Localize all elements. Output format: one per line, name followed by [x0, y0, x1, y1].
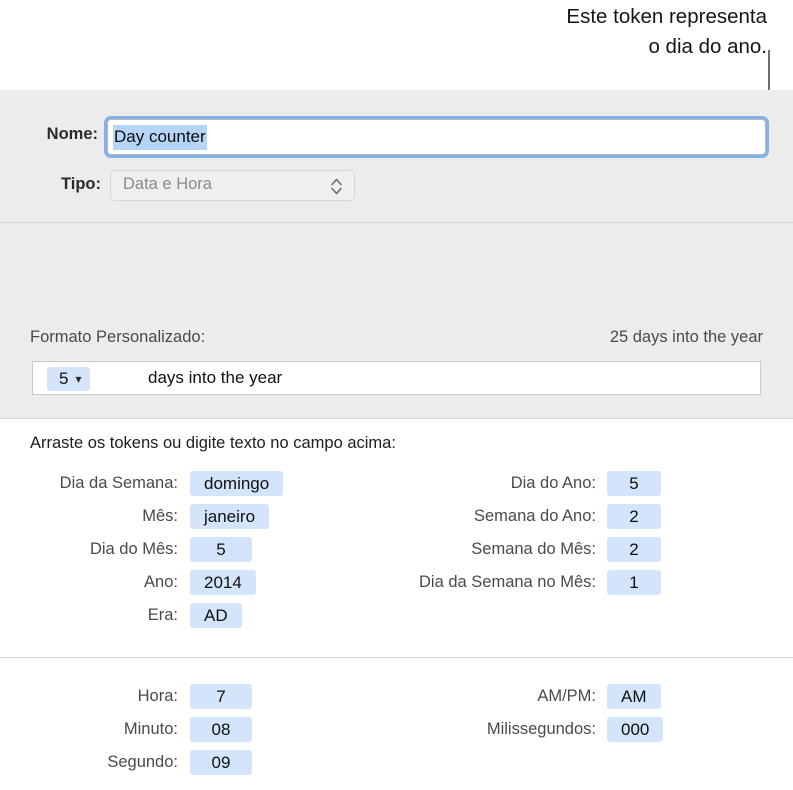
custom-format-input[interactable]: 5 ▾ days into the year [32, 361, 761, 395]
token-label-minute: Minuto: [123, 720, 178, 738]
token-label-weekday: Dia da Semana: [59, 474, 178, 492]
token-label-era: Era: [147, 606, 178, 624]
token-label-second: Segundo: [107, 753, 178, 771]
token-label-day-of-month: Dia do Mês: [89, 540, 178, 558]
type-label: Tipo: [60, 175, 101, 193]
token-chip-second[interactable]: 09 [190, 750, 252, 775]
token-label-month: Mês: [142, 507, 178, 525]
stepper-up-down-icon [331, 178, 342, 195]
token-chip-milliseconds[interactable]: 000 [607, 717, 664, 742]
type-select-value: Data e Hora [123, 175, 212, 193]
screenshot-root: Este token representa o dia do ano. Nome… [0, 0, 793, 790]
token-chip-hour[interactable]: 7 [190, 684, 252, 709]
token-chip-era[interactable]: AD [190, 603, 242, 628]
token-chip-weekday-of-month[interactable]: 1 [607, 570, 661, 595]
identity-section: Nome: Day counter Tipo: Data e Hora [0, 90, 793, 222]
name-input[interactable]: Day counter [107, 119, 766, 155]
token-chip-week-of-month[interactable]: 2 [607, 537, 661, 562]
token-chip-day-of-month[interactable]: 5 [190, 537, 252, 562]
token-label-weekday-of-month: Dia da Semana no Mês: [418, 573, 596, 591]
token-chip-am-pm[interactable]: AM [607, 684, 661, 709]
chevron-down-icon[interactable]: ▾ [75, 373, 81, 385]
drag-tokens-hint: Arraste os tokens ou digite texto no cam… [30, 434, 396, 452]
token-label-week-of-month: Semana do Mês: [471, 540, 596, 558]
token-label-hour: Hora: [137, 687, 178, 705]
custom-format-label: Formato Personalizado: [30, 328, 206, 346]
custom-format-section: Formato Personalizado: 25 days into the … [0, 223, 793, 418]
token-chip-year[interactable]: 2014 [190, 570, 256, 595]
format-token-day-of-year[interactable]: 5 ▾ [47, 367, 90, 391]
name-label: Nome: [46, 125, 98, 143]
format-token-value: 5 [59, 369, 69, 388]
time-token-palette: Hora: 7 Minuto: 08 Segundo: 09 AM/PM: AM… [0, 658, 793, 790]
name-input-value: Day counter [113, 125, 207, 150]
token-label-week-of-year: Semana do Ano: [473, 507, 596, 525]
token-label-day-of-year: Dia do Ano: [510, 474, 596, 492]
callout-annotation-text: Este token representa o dia do ano. [566, 5, 767, 58]
token-chip-week-of-year[interactable]: 2 [607, 504, 661, 529]
token-label-year: Ano: [144, 573, 178, 591]
token-label-milliseconds: Milissegundos: [486, 720, 596, 738]
date-token-palette: Arraste os tokens ou digite texto no cam… [0, 419, 793, 657]
type-select[interactable]: Data e Hora [110, 170, 355, 201]
token-chip-minute[interactable]: 08 [190, 717, 252, 742]
token-chip-day-of-year[interactable]: 5 [607, 471, 661, 496]
token-chip-weekday[interactable]: domingo [190, 471, 284, 496]
token-label-am-pm: AM/PM: [537, 687, 596, 705]
custom-format-dialog: Nome: Day counter Tipo: Data e Hora Form… [0, 90, 793, 790]
token-chip-month[interactable]: janeiro [190, 504, 270, 529]
format-preview-text: 25 days into the year [609, 328, 763, 346]
format-trailing-text: days into the year [148, 368, 283, 387]
